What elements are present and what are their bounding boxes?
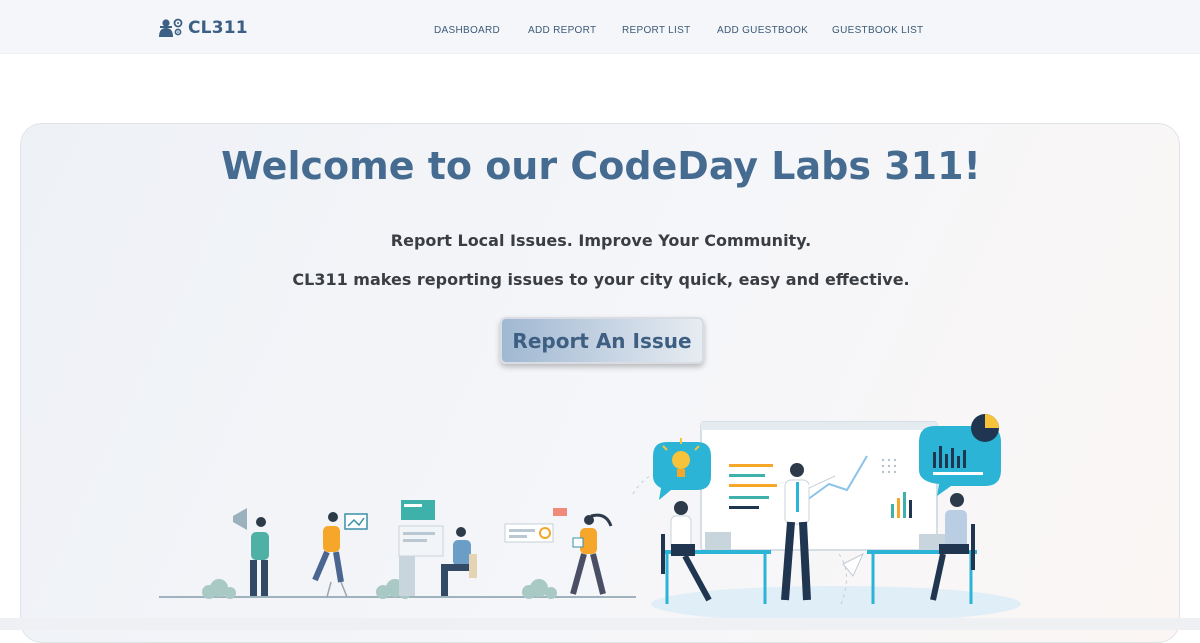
- hero-tagline: Report Local Issues. Improve Your Commun…: [390, 231, 812, 250]
- hero-title: Welcome to our CodeDay Labs 311!: [221, 144, 981, 188]
- page-bottom-strip: [0, 618, 1200, 630]
- person-megaphone: [233, 508, 269, 596]
- report-issue-button[interactable]: Report An Issue: [500, 317, 704, 364]
- nav-link-guestbook-list[interactable]: GUESTBOOK LIST: [832, 25, 923, 36]
- person-walking: [570, 513, 613, 595]
- navbar: CL311 DASHBOARD ADD REPORT REPORT LIST A…: [0, 0, 1200, 54]
- hero-description: CL311 makes reporting issues to your cit…: [292, 270, 910, 289]
- nav-link-report-list[interactable]: REPORT LIST: [622, 25, 691, 36]
- chart-card: [504, 508, 567, 543]
- person-photo: [312, 512, 368, 598]
- info-panels: [398, 500, 444, 596]
- team-collaboration-illustration: [159, 414, 1021, 622]
- nav-link-add-report[interactable]: ADD REPORT: [528, 25, 596, 36]
- hero-card: Welcome to our CodeDay Labs 311! Report …: [20, 123, 1180, 643]
- nav-link-add-guestbook[interactable]: ADD GUESTBOOK: [717, 25, 808, 36]
- nav-link-dashboard[interactable]: DASHBOARD: [434, 25, 500, 36]
- main-nav: DASHBOARD ADD REPORT REPORT LIST ADD GUE…: [0, 25, 1200, 37]
- person-sitting: [441, 527, 477, 596]
